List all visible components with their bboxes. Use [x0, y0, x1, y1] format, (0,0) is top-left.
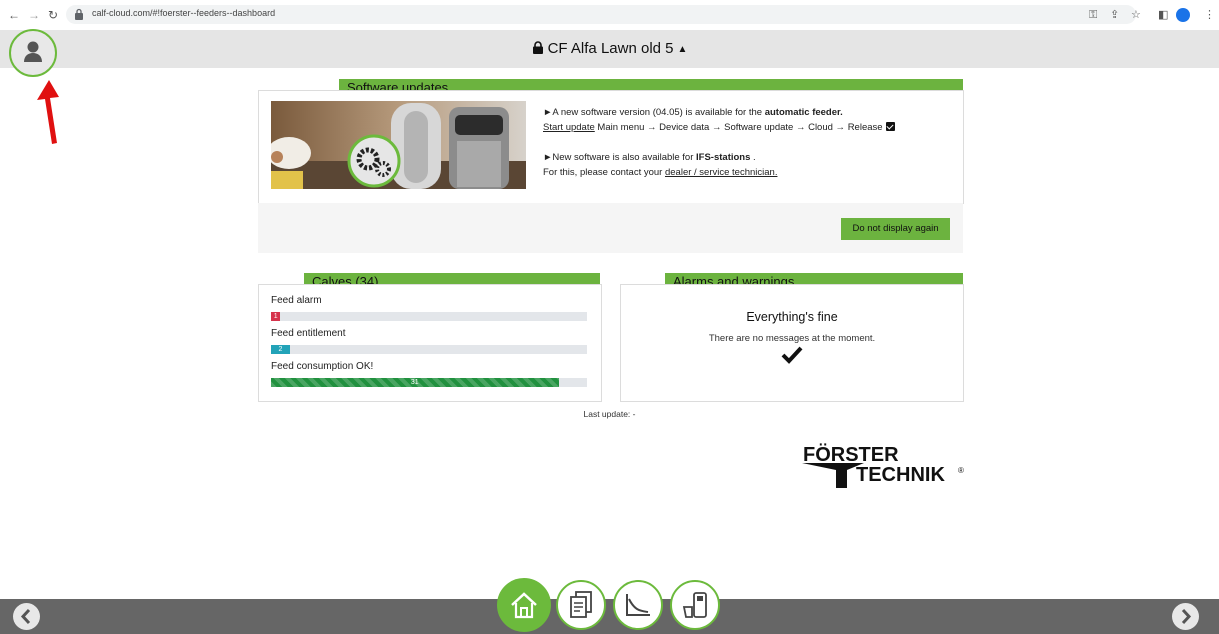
update-line-3: ►New software is also available for IFS-… [543, 152, 756, 163]
user-icon [24, 41, 42, 62]
red-annotation-arrow [37, 80, 59, 144]
side-panel-icon[interactable]: ◧ [1158, 8, 1168, 22]
bottom-navigation-bar [0, 599, 1219, 634]
feed-consumption-ok-bar[interactable]: 31 [271, 378, 587, 387]
back-arrow-icon[interactable]: ← [8, 8, 20, 22]
secure-lock-icon [75, 8, 83, 20]
home-icon [511, 592, 537, 619]
feed-consumption-ok-label: Feed consumption OK! [271, 361, 374, 372]
address-bar[interactable]: calf-cloud.com/#!foerster--feeders--dash… [66, 5, 1136, 24]
line-chart-icon [626, 594, 650, 616]
last-update-text: Last update: - [583, 409, 636, 419]
feed-alarm-count: 1 [271, 312, 281, 321]
lock-icon [532, 41, 543, 54]
feeder-nav-button[interactable] [670, 580, 720, 630]
next-page-button[interactable] [1172, 603, 1199, 630]
previous-page-button[interactable] [13, 603, 40, 630]
device-name: CF Alfa Lawn old 5 [547, 40, 674, 57]
alarms-message: There are no messages at the moment. [708, 333, 876, 344]
update-line-2: Start update Main menu → Device data → S… [543, 120, 895, 135]
software-update-image [271, 101, 526, 189]
chevron-left-icon [20, 608, 31, 625]
caret-up-icon: ▲ [677, 44, 688, 55]
feed-entitlement-count: 2 [271, 345, 290, 354]
star-icon[interactable]: ☆ [1131, 8, 1141, 22]
svg-text:®: ® [958, 466, 964, 475]
update-line-4: For this, please contact your dealer / s… [543, 167, 778, 178]
feed-alarm-label: Feed alarm [271, 295, 322, 306]
checkmark-icon [781, 346, 803, 364]
foerster-technik-logo: FÖRSTER TECHNIK ® [802, 443, 964, 488]
url-text: calf-cloud.com/#!foerster--feeders--dash… [92, 8, 276, 18]
documents-icon [570, 591, 592, 618]
feed-alarm-bar[interactable]: 1 [271, 312, 587, 321]
profile-icon[interactable] [1176, 8, 1190, 22]
alarms-heading: Everything's fine [746, 310, 838, 324]
reload-icon[interactable]: ↻ [48, 8, 58, 22]
browser-toolbar: ← → ↻ calf-cloud.com/#!foerster--feeders… [0, 0, 1219, 31]
software-update-text: ►A new software version (04.05) is avail… [543, 105, 895, 180]
update-line-1: ►A new software version (04.05) is avail… [543, 107, 843, 118]
reports-nav-button[interactable] [556, 580, 606, 630]
svg-text:TECHNIK: TECHNIK [856, 464, 945, 486]
share-icon[interactable]: ⇪ [1110, 8, 1119, 22]
home-nav-button[interactable] [497, 578, 551, 632]
checkbox-icon [885, 122, 895, 131]
charts-nav-button[interactable] [613, 580, 663, 630]
do-not-display-again-button[interactable]: Do not display again [841, 218, 950, 240]
feed-entitlement-label: Feed entitlement [271, 328, 346, 339]
device-selector[interactable]: CF Alfa Lawn old 5 ▲ [0, 30, 1219, 68]
svg-text:FÖRSTER: FÖRSTER [803, 443, 899, 466]
chevron-right-icon [1181, 608, 1192, 625]
user-avatar-button[interactable] [9, 29, 57, 77]
dealer-contact-link[interactable]: dealer / service technician. [665, 167, 777, 178]
feeder-station-icon [682, 592, 707, 618]
feed-consumption-ok-count: 31 [271, 378, 559, 387]
feed-entitlement-bar[interactable]: 2 [271, 345, 587, 354]
start-update-link[interactable]: Start update [543, 122, 595, 133]
key-icon[interactable]: ⚿ [1089, 8, 1097, 22]
app-header: CF Alfa Lawn old 5 ▲ [0, 30, 1219, 68]
forward-arrow-icon[interactable]: → [28, 8, 40, 22]
menu-dots-icon[interactable]: ⋮ [1204, 8, 1215, 22]
